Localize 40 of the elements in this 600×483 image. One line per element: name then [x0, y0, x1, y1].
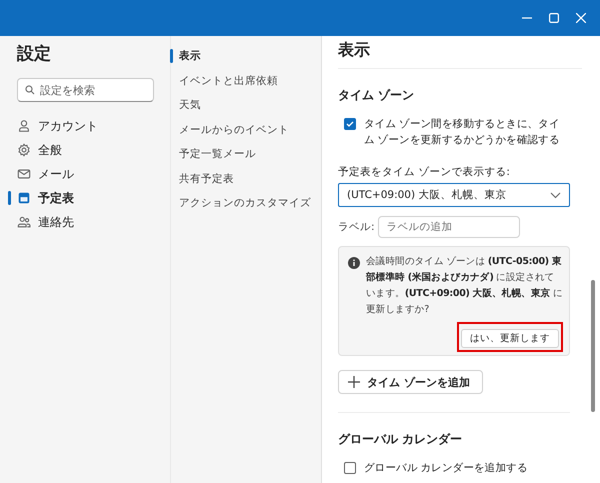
label-field[interactable]: ラベルの追加 — [378, 216, 520, 238]
subsection-item[interactable]: イベントと出席依頼 — [171, 68, 321, 93]
search-field[interactable]: 設定を検索 — [17, 78, 154, 102]
nav-item[interactable]: アカウント — [0, 114, 170, 138]
field-label: 予定表をタイム ゾーンで表示する: — [338, 165, 511, 179]
mail-icon — [17, 167, 31, 181]
subsection-item[interactable]: アクションのカスタマイズ — [171, 191, 321, 216]
subsection-item[interactable]: 表示 — [171, 44, 321, 68]
checkbox-label: タイム ゾーン間を移動するときに、タイム ゾーンを更新するかどうかを確認する — [364, 117, 561, 148]
close-icon[interactable] — [576, 13, 586, 23]
people-icon — [17, 215, 31, 229]
subsection-item[interactable]: 予定一覧メール — [171, 142, 321, 166]
calendar-icon — [17, 191, 31, 205]
section-heading: グローバル カレンダー — [338, 431, 464, 448]
person-icon — [17, 119, 31, 133]
nav-item[interactable]: 連絡先 — [0, 210, 170, 234]
subsection-item[interactable]: 天気 — [171, 93, 321, 118]
subsection-item[interactable]: 共有予定表 — [171, 166, 321, 191]
checkbox[interactable] — [344, 118, 356, 130]
chevron-icon — [550, 192, 561, 198]
scrollbar-thumb[interactable] — [591, 280, 595, 412]
checkbox[interactable] — [344, 462, 356, 474]
field-label: ラベル: — [338, 220, 375, 234]
maximize-icon[interactable] — [549, 13, 559, 23]
sidebar-title: 設定 — [16, 43, 52, 66]
subsection-item[interactable]: メールからのイベント — [171, 118, 321, 142]
time-zone-dropdown[interactable]: (UTC+09:00) 大阪、札幌、東京 — [338, 183, 570, 207]
section-heading: タイム ゾーン — [338, 87, 416, 104]
nav-item[interactable]: 全般 — [0, 138, 170, 162]
update-button[interactable]: はい、更新します — [461, 329, 559, 348]
check-icon — [346, 120, 354, 128]
notice-text: 会議時間のタイム ゾーンは (UTC-05:00) 東部標準時 (米国およびカナダ) に設定されています。(UTC+09:00) 大阪、札幌、東京 に更新しますか? — [366, 255, 563, 317]
checkbox-label: グローバル カレンダーを追加する — [364, 461, 528, 476]
nav-item[interactable]: 予定表 — [0, 186, 170, 210]
info-icon — [348, 257, 360, 269]
add-time-zone-button[interactable]: タイム ゾーンを追加 — [338, 370, 483, 394]
nav-item[interactable]: メール — [0, 162, 170, 186]
plus-icon — [348, 376, 360, 388]
pane-title: 表示 — [338, 36, 582, 69]
settings-icon — [17, 143, 31, 157]
